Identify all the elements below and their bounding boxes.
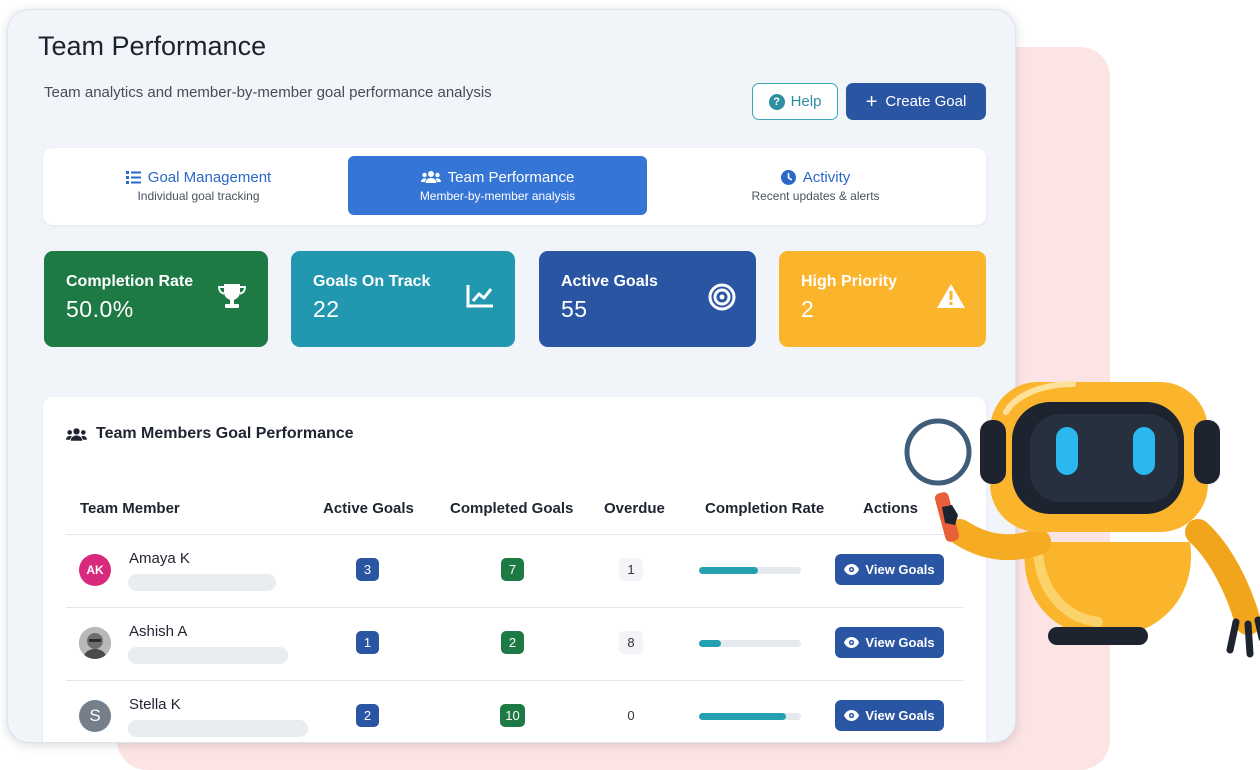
eye-icon (844, 637, 860, 648)
active-goals-badge: 1 (356, 631, 379, 654)
view-goals-button[interactable]: View Goals (835, 700, 944, 731)
column-header[interactable]: Completion Rate (705, 500, 824, 517)
stat-completion-rate: Completion Rate 50.0% (44, 251, 268, 347)
member-name: Ashish A (129, 623, 188, 640)
target-icon (708, 283, 736, 311)
chart-line-icon (466, 285, 493, 308)
completion-progress-fill (699, 640, 722, 647)
page-subtitle: Team analytics and member-by-member goal… (44, 84, 492, 101)
tab-team-performance[interactable]: Team Performance Member-by-member analys… (348, 156, 647, 215)
tab-sublabel: Individual goal tracking (137, 188, 260, 203)
active-goals-badge: 2 (356, 704, 379, 727)
completed-goals-badge: 10 (500, 704, 525, 727)
column-header[interactable]: Completed Goals (450, 500, 573, 517)
completion-progress (699, 640, 801, 647)
tab-sublabel: Recent updates & alerts (751, 188, 880, 203)
table-row: AK Amaya K 3 7 1 View Goals (43, 534, 986, 607)
active-goals-badge: 3 (356, 558, 379, 581)
eye-icon (844, 710, 860, 721)
stat-active-goals: Active Goals 55 (539, 251, 756, 347)
member-meta-placeholder (128, 647, 288, 664)
trophy-icon (218, 284, 246, 308)
member-meta-placeholder (128, 720, 308, 737)
member-meta-placeholder (128, 574, 276, 591)
stat-goals-on-track: Goals On Track 22 (291, 251, 515, 347)
create-goal-button[interactable]: + Create Goal (846, 83, 986, 120)
avatar: S (79, 700, 111, 732)
team-members-panel: Team Members Goal Performance Team Membe… (43, 397, 986, 742)
completion-progress-fill (699, 713, 786, 720)
column-header[interactable]: Team Member (80, 500, 180, 517)
list-icon (125, 170, 141, 184)
member-name: Amaya K (129, 550, 190, 567)
completed-goals-badge: 2 (501, 631, 524, 654)
tab-label: Team Performance (447, 168, 575, 186)
help-button[interactable]: ? Help (752, 83, 838, 120)
column-header[interactable]: Overdue (604, 500, 665, 517)
member-name: Stella K (129, 696, 181, 713)
completed-goals-badge: 7 (501, 558, 524, 581)
question-icon: ? (768, 93, 785, 110)
overdue-count: 8 (619, 631, 643, 654)
eye-icon (844, 564, 860, 575)
avatar: AK (79, 554, 111, 586)
stat-high-priority: High Priority 2 (779, 251, 986, 347)
completion-progress (699, 713, 801, 720)
table-row: Ashish A 1 2 8 View Goals (43, 607, 986, 680)
help-button-label: Help (790, 93, 822, 110)
avatar (79, 627, 111, 659)
user-photo-icon (79, 627, 111, 659)
robot-mascot-illustration (904, 381, 1260, 658)
create-goal-label: Create Goal (885, 93, 967, 110)
panel-title-text: Team Members Goal Performance (96, 425, 354, 442)
column-header[interactable]: Active Goals (323, 500, 414, 517)
warning-icon (937, 284, 965, 308)
users-icon (66, 427, 87, 441)
tab-sublabel: Member-by-member analysis (419, 188, 576, 203)
overdue-count: 0 (619, 704, 643, 727)
view-tabs: Goal Management Individual goal tracking… (43, 148, 986, 225)
completion-progress (699, 567, 801, 574)
view-goals-label: View Goals (865, 708, 935, 723)
completion-progress-fill (699, 567, 759, 574)
app-card: Team Performance Team analytics and memb… (7, 9, 1016, 743)
tab-label: Goal Management (147, 168, 272, 186)
tab-goal-management[interactable]: Goal Management Individual goal tracking (51, 156, 346, 215)
clock-icon (780, 169, 796, 185)
users-icon (420, 171, 441, 183)
overdue-count: 1 (619, 558, 643, 581)
plus-icon: + (865, 90, 878, 113)
tab-label: Activity (802, 168, 851, 186)
tab-activity[interactable]: Activity Recent updates & alerts (653, 156, 978, 215)
page-title: Team Performance (38, 31, 267, 61)
table-row: S Stella K 2 10 0 View Goals (43, 680, 986, 742)
panel-title: Team Members Goal Performance (66, 425, 354, 443)
